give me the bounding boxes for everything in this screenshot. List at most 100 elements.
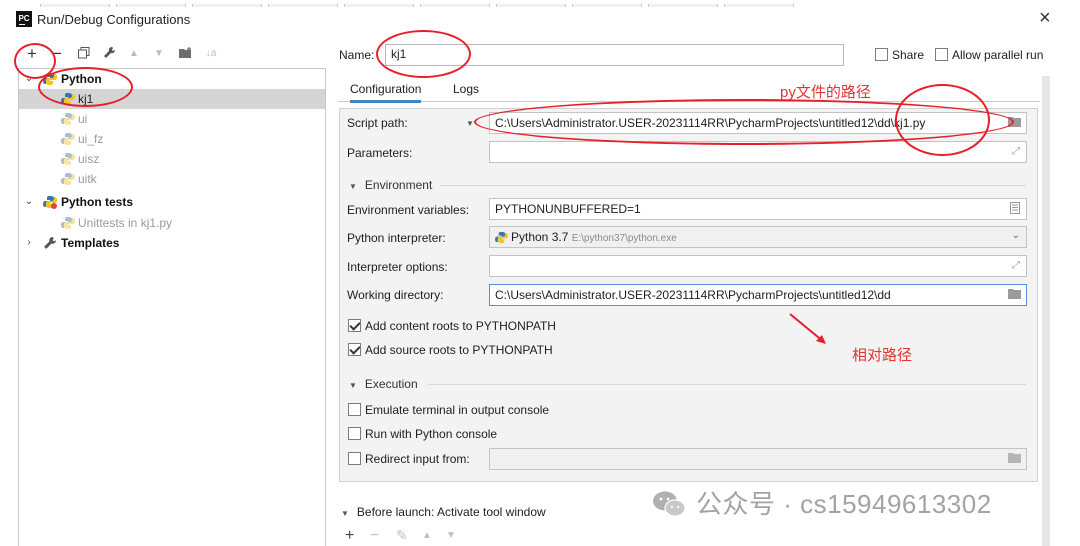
script-path-label: Script path:: [347, 116, 408, 130]
python-icon: [43, 73, 57, 85]
move-up-icon[interactable]: ▲: [126, 44, 142, 64]
move-down-icon[interactable]: ▼: [151, 44, 167, 64]
environment-section[interactable]: ▼ Environment: [349, 178, 432, 192]
env-vars-label: Environment variables:: [347, 203, 470, 217]
window-title: Run/Debug Configurations: [37, 12, 191, 27]
tree-item-label: uisz: [78, 152, 100, 166]
wrench-icon: [44, 237, 56, 249]
env-vars-value: PYTHONUNBUFFERED=1: [495, 202, 641, 216]
source-roots-checkbox[interactable]: [348, 343, 361, 356]
move-down-icon[interactable]: ▼: [446, 530, 456, 541]
chevron-down-icon[interactable]: ⌄: [1012, 230, 1020, 241]
content-roots-checkbox[interactable]: [348, 319, 361, 332]
parameters-input[interactable]: ⤢: [489, 141, 1027, 163]
remove-icon[interactable]: −: [49, 44, 65, 64]
interpreter-name: Python 3.7: [511, 230, 569, 244]
tree-item-uitk[interactable]: uitk: [19, 169, 325, 189]
close-icon[interactable]: ×: [1039, 8, 1051, 28]
list-icon[interactable]: [1008, 202, 1022, 216]
interpreter-select[interactable]: Python 3.7 E:\python37\python.exe ⌄: [489, 226, 1027, 248]
script-path-type-chevron-icon[interactable]: ▼: [466, 119, 474, 128]
emulate-terminal-checkbox[interactable]: [348, 403, 361, 416]
execution-section-title: Execution: [364, 377, 418, 391]
tree-group-python-tests[interactable]: ⌄ Python tests: [19, 192, 325, 212]
script-path-input[interactable]: C:\Users\Administrator.USER-20231114RR\P…: [489, 112, 1027, 134]
tree-item-uisz[interactable]: uisz: [19, 149, 325, 169]
name-input[interactable]: kj1: [385, 44, 844, 66]
chevron-right-icon[interactable]: ›: [24, 233, 34, 253]
chevron-down-icon[interactable]: ⌄: [24, 192, 34, 212]
source-roots-label: Add source roots to PYTHONPATH: [365, 343, 553, 357]
share-label: Share: [892, 48, 925, 62]
folder-icon[interactable]: [1008, 116, 1022, 130]
working-dir-label: Working directory:: [347, 288, 444, 302]
share-checkbox[interactable]: [875, 48, 888, 61]
python-icon: [495, 231, 508, 244]
folder-icon[interactable]: [1008, 452, 1022, 466]
annotation-relative-path: 相对路径: [852, 347, 913, 364]
folder-icon[interactable]: [178, 44, 194, 64]
interpreter-options-input[interactable]: ⤢: [489, 255, 1027, 277]
allow-parallel-label: Allow parallel run: [952, 48, 1044, 62]
environment-section-title: Environment: [364, 178, 433, 192]
sort-icon[interactable]: ↓a: [203, 44, 219, 64]
chevron-down-icon: ▼: [349, 182, 357, 191]
python-icon: [61, 113, 75, 125]
redirect-input-label: Redirect input from:: [365, 452, 470, 466]
tree-item-ui[interactable]: ui: [19, 109, 325, 129]
watermark-text: 公众号 · cs15949613302: [696, 489, 992, 519]
tree-group-python[interactable]: ⌄ Python: [19, 69, 325, 89]
before-launch-title: Before launch: Activate tool window: [356, 505, 546, 519]
wechat-icon: [653, 491, 686, 517]
execution-section[interactable]: ▼ Execution: [349, 377, 418, 391]
python-tests-icon: [43, 196, 57, 209]
pycharm-app-icon: PC: [16, 11, 32, 27]
add-icon[interactable]: +: [24, 44, 40, 64]
name-label: Name:: [339, 48, 375, 62]
remove-icon[interactable]: −: [370, 527, 379, 545]
working-dir-value: C:\Users\Administrator.USER-20231114RR\P…: [495, 288, 891, 302]
tree-group-python-tests-label: Python tests: [61, 195, 134, 209]
python-console-checkbox[interactable]: [348, 427, 361, 440]
wrench-icon[interactable]: [101, 44, 117, 64]
move-up-icon[interactable]: ▲: [422, 530, 432, 541]
expand-icon[interactable]: ⤢: [1012, 146, 1022, 158]
interpreter-path: E:\python37\python.exe: [571, 233, 677, 244]
background-editor-tabs: [40, 0, 830, 7]
redirect-input-field[interactable]: [489, 448, 1027, 470]
tree-group-templates[interactable]: › Templates: [19, 233, 325, 253]
before-launch-section[interactable]: ▼ Before launch: Activate tool window: [341, 505, 546, 519]
working-dir-input[interactable]: C:\Users\Administrator.USER-20231114RR\P…: [489, 284, 1027, 306]
tree-group-templates-label: Templates: [61, 236, 120, 250]
add-icon[interactable]: +: [345, 527, 354, 545]
python-icon: [61, 133, 75, 145]
tab-logs[interactable]: Logs: [453, 82, 479, 96]
python-icon: [61, 153, 75, 165]
expand-icon[interactable]: ⤢: [1012, 260, 1022, 272]
tree-item-label: kj1: [78, 92, 94, 106]
emulate-terminal-label: Emulate terminal in output console: [365, 403, 550, 417]
tree-item-label: ui: [78, 112, 88, 126]
content-roots-label: Add content roots to PYTHONPATH: [365, 319, 556, 333]
watermark: 公众号 · cs15949613302: [652, 484, 992, 521]
annotation-arrow: [789, 313, 826, 344]
redirect-input-checkbox[interactable]: [348, 452, 361, 465]
divider: [440, 185, 1026, 186]
tree-group-python-label: Python: [61, 72, 102, 86]
folder-icon[interactable]: [1008, 288, 1022, 302]
copy-icon[interactable]: [76, 44, 92, 64]
annotation-py-file-path: py文件的路径: [780, 84, 871, 101]
tree-item-ui-fz[interactable]: ui_fz: [19, 129, 325, 149]
edit-icon[interactable]: ✎: [396, 527, 408, 544]
tree-item-unittests[interactable]: Unittests in kj1.py: [19, 213, 325, 233]
scrollbar[interactable]: [1042, 76, 1050, 546]
tab-configuration[interactable]: Configuration: [350, 82, 422, 103]
tree-item-kj1[interactable]: kj1: [19, 89, 325, 109]
chevron-down-icon[interactable]: ⌄: [24, 69, 34, 89]
env-vars-input[interactable]: PYTHONUNBUFFERED=1: [489, 198, 1027, 220]
python-tests-icon: [61, 217, 75, 229]
script-path-value: C:\Users\Administrator.USER-20231114RR\P…: [495, 116, 926, 130]
tree-item-label: ui_fz: [78, 132, 104, 146]
allow-parallel-checkbox[interactable]: [935, 48, 948, 61]
chevron-down-icon: ▼: [341, 509, 349, 518]
